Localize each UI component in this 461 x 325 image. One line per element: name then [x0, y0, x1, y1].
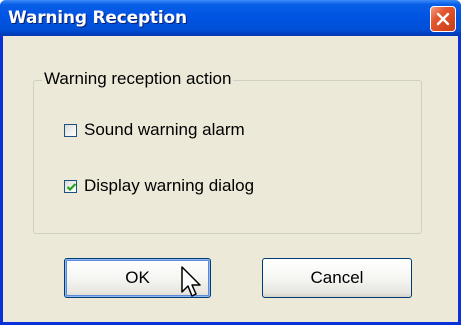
sound-alarm-option[interactable]: Sound warning alarm: [64, 119, 245, 141]
display-dialog-label: Display warning dialog: [84, 176, 255, 195]
checkmark-icon: [66, 182, 77, 191]
display-dialog-option[interactable]: Display warning dialog: [64, 175, 254, 197]
groupbox-legend: Warning reception action: [42, 69, 234, 89]
ok-button[interactable]: OK: [64, 258, 211, 298]
warning-action-groupbox: [33, 80, 422, 234]
close-button[interactable]: [430, 6, 456, 32]
sound-alarm-checkbox[interactable]: [64, 123, 77, 137]
title-bar[interactable]: Warning Reception: [0, 0, 461, 36]
cancel-button[interactable]: Cancel: [262, 258, 412, 298]
display-dialog-checkbox[interactable]: [64, 179, 77, 193]
window-title: Warning Reception: [8, 8, 187, 28]
sound-alarm-label: Sound warning alarm: [84, 120, 245, 139]
close-icon: [436, 12, 450, 26]
